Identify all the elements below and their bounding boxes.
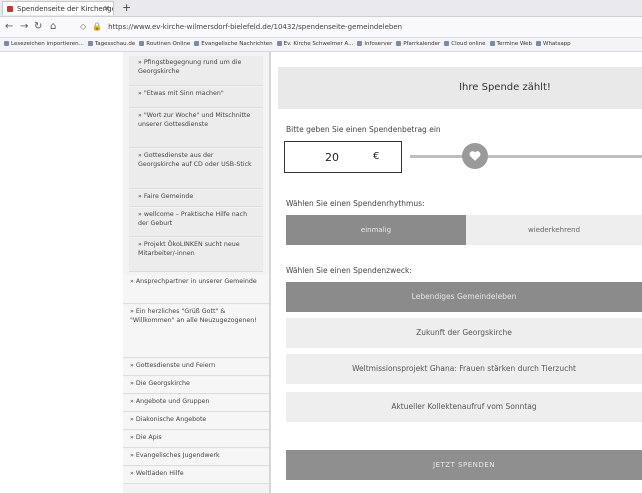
- lock-icon: 🔒: [92, 22, 103, 31]
- bookmark-item[interactable]: Routinen Online: [139, 38, 190, 51]
- rhythm-once-button[interactable]: einmalig: [286, 215, 466, 245]
- bookmark-icon: [489, 41, 495, 46]
- bookmark-item[interactable]: Evangelische Nachrichten: [194, 38, 273, 51]
- bookmark-icon: [536, 41, 541, 46]
- sidebar-divider: [269, 52, 271, 493]
- bookmark-label: Evangelische Nachrichten: [201, 41, 273, 47]
- bookmark-item[interactable]: Lesezeichen importieren...: [4, 38, 84, 51]
- bookmark-icon: [276, 41, 282, 46]
- bookmark-label: Lesezeichen importieren...: [11, 41, 84, 47]
- donate-now-button[interactable]: JETZT SPENDEN: [286, 450, 642, 480]
- bookmark-item[interactable]: Termine Web: [489, 38, 532, 51]
- tab-bar: Spendenseite der Kirchengem ✕ +: [0, 0, 642, 17]
- tab-title: Spendenseite der Kirchengem: [17, 5, 114, 13]
- bookmark-item[interactable]: Whatsapp: [536, 38, 571, 51]
- purpose-option[interactable]: Zukunft der Georgskirche: [286, 318, 642, 348]
- bookmark-item[interactable]: Ev. Kirche Schwelmer A...: [276, 38, 354, 51]
- amount-slider-track[interactable]: [410, 155, 642, 158]
- sidebar-item[interactable]: » Angebote und Gruppen: [123, 395, 269, 412]
- purpose-label: Wählen Sie einen Spendenzweck:: [286, 266, 412, 275]
- bookmark-icon: [444, 41, 450, 46]
- close-tab-icon[interactable]: ✕: [103, 2, 110, 15]
- address-bar[interactable]: ◇ 🔒 https://www.ev-kirche-wilmersdorf-biel…: [80, 19, 636, 34]
- sidebar-item[interactable]: » Gottesdienste und Feiern: [123, 359, 269, 376]
- purpose-option[interactable]: Lebendiges Gemeindeleben: [286, 282, 642, 312]
- bookmark-icon: [194, 41, 200, 46]
- purpose-option[interactable]: Aktueller Kollektenaufruf vom Sonntag: [286, 392, 642, 422]
- bookmark-icon: [396, 41, 402, 46]
- bookmark-label: Ev. Kirche Schwelmer A...: [283, 41, 354, 47]
- heart-icon: [469, 151, 481, 161]
- bookmark-label: Termine Web: [496, 41, 532, 47]
- sidebar-subitem[interactable]: » "Wort zur Woche" und Mitschnitte unser…: [129, 109, 263, 148]
- amount-input[interactable]: 20 €: [284, 141, 402, 173]
- sidebar-subitem[interactable]: » Faire Gemeinde: [129, 190, 263, 207]
- bookmark-item[interactable]: Tagesschau.de: [87, 38, 136, 51]
- sidebar-item[interactable]: » Ein herzliches "Grüß Gott" & "Willkomm…: [123, 305, 269, 358]
- sidebar-item[interactable]: » Diakonische Angebote: [123, 413, 269, 430]
- home-icon[interactable]: ⌂: [50, 20, 56, 34]
- rhythm-label: Wählen Sie einen Spendenrhythmus:: [286, 199, 425, 208]
- bookmark-label: Whatsapp: [543, 41, 571, 47]
- amount-label: Bitte geben Sie einen Spendenbetrag ein: [286, 125, 441, 134]
- bookmark-label: Tagesschau.de: [94, 41, 136, 47]
- new-tab-button[interactable]: +: [122, 0, 131, 15]
- sidebar-subitem[interactable]: » Pfingstbegegnung rund um die Georgskir…: [129, 56, 263, 86]
- web-page: » Pfingstbegegnung rund um die Georgskir…: [0, 52, 642, 493]
- back-icon[interactable]: ←: [5, 20, 13, 34]
- sidebar-item[interactable]: » Die Georgskirche: [123, 377, 269, 394]
- browser-tab[interactable]: Spendenseite der Kirchengem ✕: [2, 1, 114, 15]
- forward-icon[interactable]: →: [20, 20, 28, 34]
- sidebar-subitem[interactable]: » "Etwas mit Sinn machen": [129, 87, 263, 108]
- currency-symbol: €: [373, 151, 380, 162]
- url-text: https://www.ev-kirche-wilmersdorf-bielef…: [108, 23, 403, 31]
- purpose-option[interactable]: Weltmissionsprojekt Ghana: Frauen stärke…: [286, 354, 642, 384]
- sidebar-item[interactable]: » Die Apis: [123, 431, 269, 448]
- sidebar-item[interactable]: » Weltladen Hilfe: [123, 467, 269, 484]
- bookmark-label: Pfarrkalender: [403, 41, 441, 47]
- bookmark-item[interactable]: Cloud online: [444, 38, 486, 51]
- bookmark-icon: [139, 41, 145, 46]
- bookmark-icon: [357, 41, 363, 46]
- bookmark-icon: [87, 41, 93, 46]
- sidebar-subitem[interactable]: » wellcome – Praktische Hilfe nach der G…: [129, 208, 263, 237]
- sidebar-subitem[interactable]: » Projekt ÖkoLINKEN sucht neue Mitarbeit…: [129, 238, 263, 272]
- amount-value: 20: [325, 151, 339, 164]
- sidebar-item[interactable]: » Ansprechpartner in unserer Gemeinde: [123, 275, 269, 304]
- sidebar-nav: » Pfingstbegegnung rund um die Georgskir…: [123, 52, 269, 493]
- bookmark-item[interactable]: Pfarrkalender: [396, 38, 440, 51]
- bookmark-item[interactable]: Infoserver: [357, 38, 392, 51]
- donation-form: Ihre Spende zählt! Bitte geben Sie einen…: [276, 52, 642, 493]
- bookmark-label: Routinen Online: [146, 41, 191, 47]
- donation-banner: Ihre Spende zählt!: [278, 67, 642, 109]
- sidebar-subitem[interactable]: » Gottesdienste aus der Georgskirche auf…: [129, 149, 263, 189]
- shield-icon: ◇: [80, 22, 87, 31]
- reload-icon[interactable]: ↻: [34, 20, 42, 34]
- bookmark-label: Infoserver: [364, 41, 393, 47]
- sidebar-item[interactable]: » Evangelisches Jugendwerk: [123, 449, 269, 466]
- bookmarks-bar: Lesezeichen importieren... Tagesschau.de R…: [0, 38, 642, 52]
- favicon-icon: [7, 6, 13, 12]
- navigation-bar: ← → ↻ ⌂ ◇ 🔒 https://www.ev-kirche-wilmersd…: [0, 17, 642, 38]
- bookmark-icon: [4, 41, 9, 46]
- bookmark-label: Cloud online: [451, 41, 486, 47]
- rhythm-recurring-button[interactable]: wiederkehrend: [466, 215, 642, 245]
